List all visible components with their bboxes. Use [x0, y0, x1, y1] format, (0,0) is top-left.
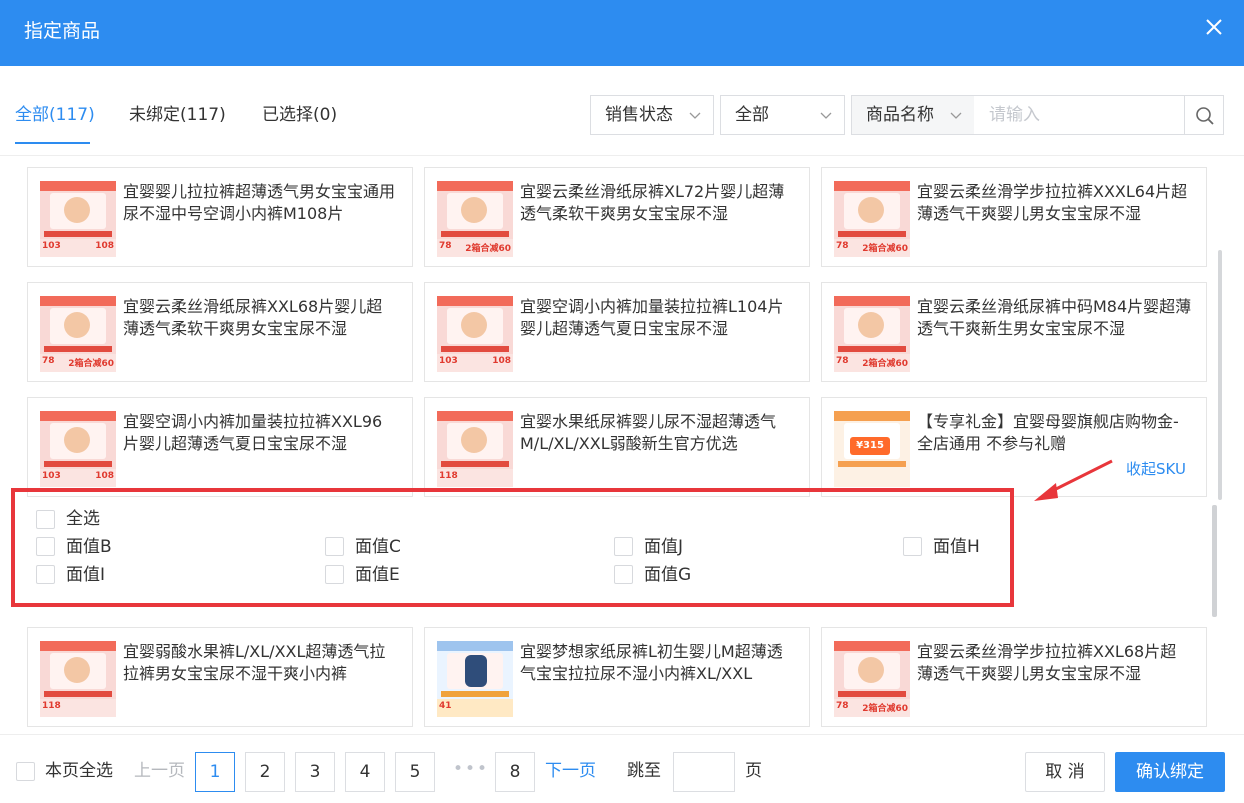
active-tab-indicator — [15, 142, 90, 144]
search-icon — [1196, 107, 1214, 125]
product-thumbnail: 41 — [437, 641, 513, 717]
dialog-title: 指定商品 — [24, 20, 101, 42]
product-thumbnail: 78 2箱合减60 — [437, 181, 513, 257]
sku-option-label[interactable]: 面值E — [355, 564, 400, 586]
scrollbar-thumb[interactable] — [1212, 505, 1217, 617]
product-card[interactable]: 78 2箱合减60 宜婴云柔丝滑纸尿裤XL72片婴儿超薄透气柔软干爽男女宝宝尿不湿 — [424, 167, 810, 267]
product-thumbnail: 103 108 — [40, 181, 116, 257]
product-card[interactable]: 103 108 宜婴婴儿拉拉裤超薄透气男女宝宝通用尿不湿中号空调小内裤M108片 — [27, 167, 413, 267]
product-name: 宜婴云柔丝滑纸尿裤XL72片婴儿超薄透气柔软干爽男女宝宝尿不湿 — [520, 182, 785, 223]
chevron-down-icon — [689, 112, 701, 119]
sku-checkbox[interactable] — [614, 565, 633, 584]
page-button[interactable]: 8 — [495, 752, 535, 792]
sku-checkbox[interactable] — [903, 537, 922, 556]
page-select-all-checkbox[interactable] — [16, 762, 35, 781]
sku-option-label[interactable]: 面值I — [66, 564, 105, 586]
search-field-select[interactable]: 商品名称 — [851, 95, 975, 135]
product-card[interactable]: 78 2箱合减60 宜婴云柔丝滑学步拉拉裤XXXL64片超薄透气干爽婴儿男女宝宝尿… — [821, 167, 1207, 267]
tab-unbound[interactable]: 未绑定(117) — [129, 104, 226, 126]
product-thumbnail: 103 108 — [40, 411, 116, 487]
product-card[interactable]: 78 2箱合减60 宜婴云柔丝滑纸尿裤XXL68片婴儿超薄透气柔软干爽男女宝宝尿不… — [27, 282, 413, 382]
pagination-ellipsis[interactable]: ••• — [453, 759, 489, 779]
product-card[interactable]: 78 2箱合减60 宜婴云柔丝滑学步拉拉裤XXL68片超薄透气干爽婴儿男女宝宝尿不… — [821, 627, 1207, 727]
product-card[interactable]: 78 2箱合减60 宜婴云柔丝滑纸尿裤中码M84片婴超薄透气干爽新生男女宝宝尿不湿 — [821, 282, 1207, 382]
product-thumbnail: 118 — [437, 411, 513, 487]
product-name: 【专享礼金】宜婴母婴旗舰店购物金-全店通用 不参与礼赠 — [917, 412, 1179, 453]
page-button[interactable]: 3 — [295, 752, 335, 792]
sku-option-label[interactable]: 面值C — [355, 536, 401, 558]
scrollbar-thumb[interactable] — [1218, 250, 1222, 500]
page-button[interactable]: 2 — [245, 752, 285, 792]
product-card[interactable]: 103 108 宜婴空调小内裤加量装拉拉裤XXL96片婴儿超薄透气夏日宝宝尿不湿 — [27, 397, 413, 497]
sku-checkbox[interactable] — [36, 537, 55, 556]
page-button[interactable]: 4 — [345, 752, 385, 792]
jump-label: 跳至 — [627, 761, 661, 781]
product-card[interactable]: 103 108 宜婴空调小内裤加量装拉拉裤L104片婴儿超薄透气夏日宝宝尿不湿 — [424, 282, 810, 382]
page-select-all-label[interactable]: 本页全选 — [45, 760, 113, 782]
confirm-bind-button[interactable]: 确认绑定 — [1115, 752, 1225, 792]
annotation-arrow-icon — [1034, 459, 1113, 501]
chevron-down-icon — [820, 112, 832, 119]
next-page-button[interactable]: 下一页 — [545, 760, 596, 782]
tab-selected[interactable]: 已选择(0) — [262, 104, 337, 126]
sku-select-all-checkbox[interactable] — [36, 510, 55, 529]
sale-status-label: 销售状态 — [605, 105, 673, 125]
product-name: 宜婴弱酸水果裤L/XL/XXL超薄透气拉拉裤男女宝宝尿不湿干爽小内裤 — [123, 642, 386, 683]
cancel-button[interactable]: 取 消 — [1025, 752, 1105, 792]
prev-page-button[interactable]: 上一页 — [134, 760, 185, 782]
sale-status-select[interactable]: 销售状态 — [590, 95, 714, 135]
product-name: 宜婴云柔丝滑纸尿裤中码M84片婴超薄透气干爽新生男女宝宝尿不湿 — [917, 297, 1192, 338]
product-name: 宜婴云柔丝滑纸尿裤XXL68片婴儿超薄透气柔软干爽男女宝宝尿不湿 — [123, 297, 383, 338]
sku-checkbox[interactable] — [614, 537, 633, 556]
chevron-down-icon — [950, 112, 962, 119]
product-card[interactable]: ¥315 【专享礼金】宜婴母婴旗舰店购物金-全店通用 不参与礼赠 — [821, 397, 1207, 497]
search-field-label: 商品名称 — [866, 105, 934, 125]
coupon-thumbnail: ¥315 — [834, 411, 910, 487]
sku-option-label[interactable]: 面值G — [644, 564, 691, 586]
sku-checkbox[interactable] — [325, 537, 344, 556]
product-name: 宜婴空调小内裤加量装拉拉裤L104片婴儿超薄透气夏日宝宝尿不湿 — [520, 297, 784, 338]
tab-all[interactable]: 全部(117) — [15, 104, 95, 126]
product-thumbnail: 78 2箱合减60 — [40, 296, 116, 372]
product-card[interactable]: 118 宜婴水果纸尿裤婴儿尿不湿超薄透气M/L/XL/XXL弱酸新生官方优选 — [424, 397, 810, 497]
sku-option-label[interactable]: 面值J — [644, 536, 683, 558]
product-card[interactable]: 118 宜婴弱酸水果裤L/XL/XXL超薄透气拉拉裤男女宝宝尿不湿干爽小内裤 — [27, 627, 413, 727]
search-button[interactable] — [1184, 95, 1224, 135]
product-list: 103 108 宜婴婴儿拉拉裤超薄透气男女宝宝通用尿不湿中号空调小内裤M108片 … — [0, 156, 1244, 734]
status-value-label: 全部 — [735, 105, 769, 125]
sku-options-highlight — [11, 488, 1014, 607]
page-unit-label: 页 — [745, 761, 762, 781]
dialog-header: 指定商品 — [0, 0, 1244, 66]
product-name: 宜婴空调小内裤加量装拉拉裤XXL96片婴儿超薄透气夏日宝宝尿不湿 — [123, 412, 383, 453]
product-thumbnail: 78 2箱合减60 — [834, 296, 910, 372]
page-button[interactable]: 5 — [395, 752, 435, 792]
close-icon[interactable] — [1204, 17, 1224, 37]
product-thumbnail: 103 108 — [437, 296, 513, 372]
sku-select-all-label[interactable]: 全选 — [66, 508, 100, 530]
sku-checkbox[interactable] — [36, 565, 55, 584]
sku-checkbox[interactable] — [325, 565, 344, 584]
collapse-sku-link[interactable]: 收起SKU — [1126, 458, 1186, 479]
product-thumbnail: 78 2箱合减60 — [834, 181, 910, 257]
search-input[interactable] — [974, 95, 1185, 135]
sku-option-label[interactable]: 面值B — [66, 536, 112, 558]
footer: 本页全选 上一页 1 2 3 4 5 ••• 8 下一页 跳至 页 取 消 确认… — [0, 734, 1244, 803]
jump-page-input[interactable] — [673, 752, 735, 792]
product-thumbnail: 78 2箱合减60 — [834, 641, 910, 717]
product-name: 宜婴云柔丝滑学步拉拉裤XXXL64片超薄透气干爽婴儿男女宝宝尿不湿 — [917, 182, 1188, 223]
product-name: 宜婴婴儿拉拉裤超薄透气男女宝宝通用尿不湿中号空调小内裤M108片 — [123, 182, 396, 223]
page-button[interactable]: 1 — [195, 752, 235, 792]
sku-option-label[interactable]: 面值H — [933, 536, 980, 558]
status-value-select[interactable]: 全部 — [720, 95, 845, 135]
product-thumbnail: 118 — [40, 641, 116, 717]
product-name: 宜婴水果纸尿裤婴儿尿不湿超薄透气M/L/XL/XXL弱酸新生官方优选 — [520, 412, 777, 453]
product-name: 宜婴云柔丝滑学步拉拉裤XXL68片超薄透气干爽婴儿男女宝宝尿不湿 — [917, 642, 1177, 683]
toolbar: 全部(117) 未绑定(117) 已选择(0) 销售状态 全部 商品名称 — [0, 66, 1244, 156]
product-name: 宜婴梦想家纸尿裤L初生婴儿M超薄透气宝宝拉拉尿不湿小内裤XL/XXL — [520, 642, 783, 683]
product-card[interactable]: 41 宜婴梦想家纸尿裤L初生婴儿M超薄透气宝宝拉拉尿不湿小内裤XL/XXL — [424, 627, 810, 727]
